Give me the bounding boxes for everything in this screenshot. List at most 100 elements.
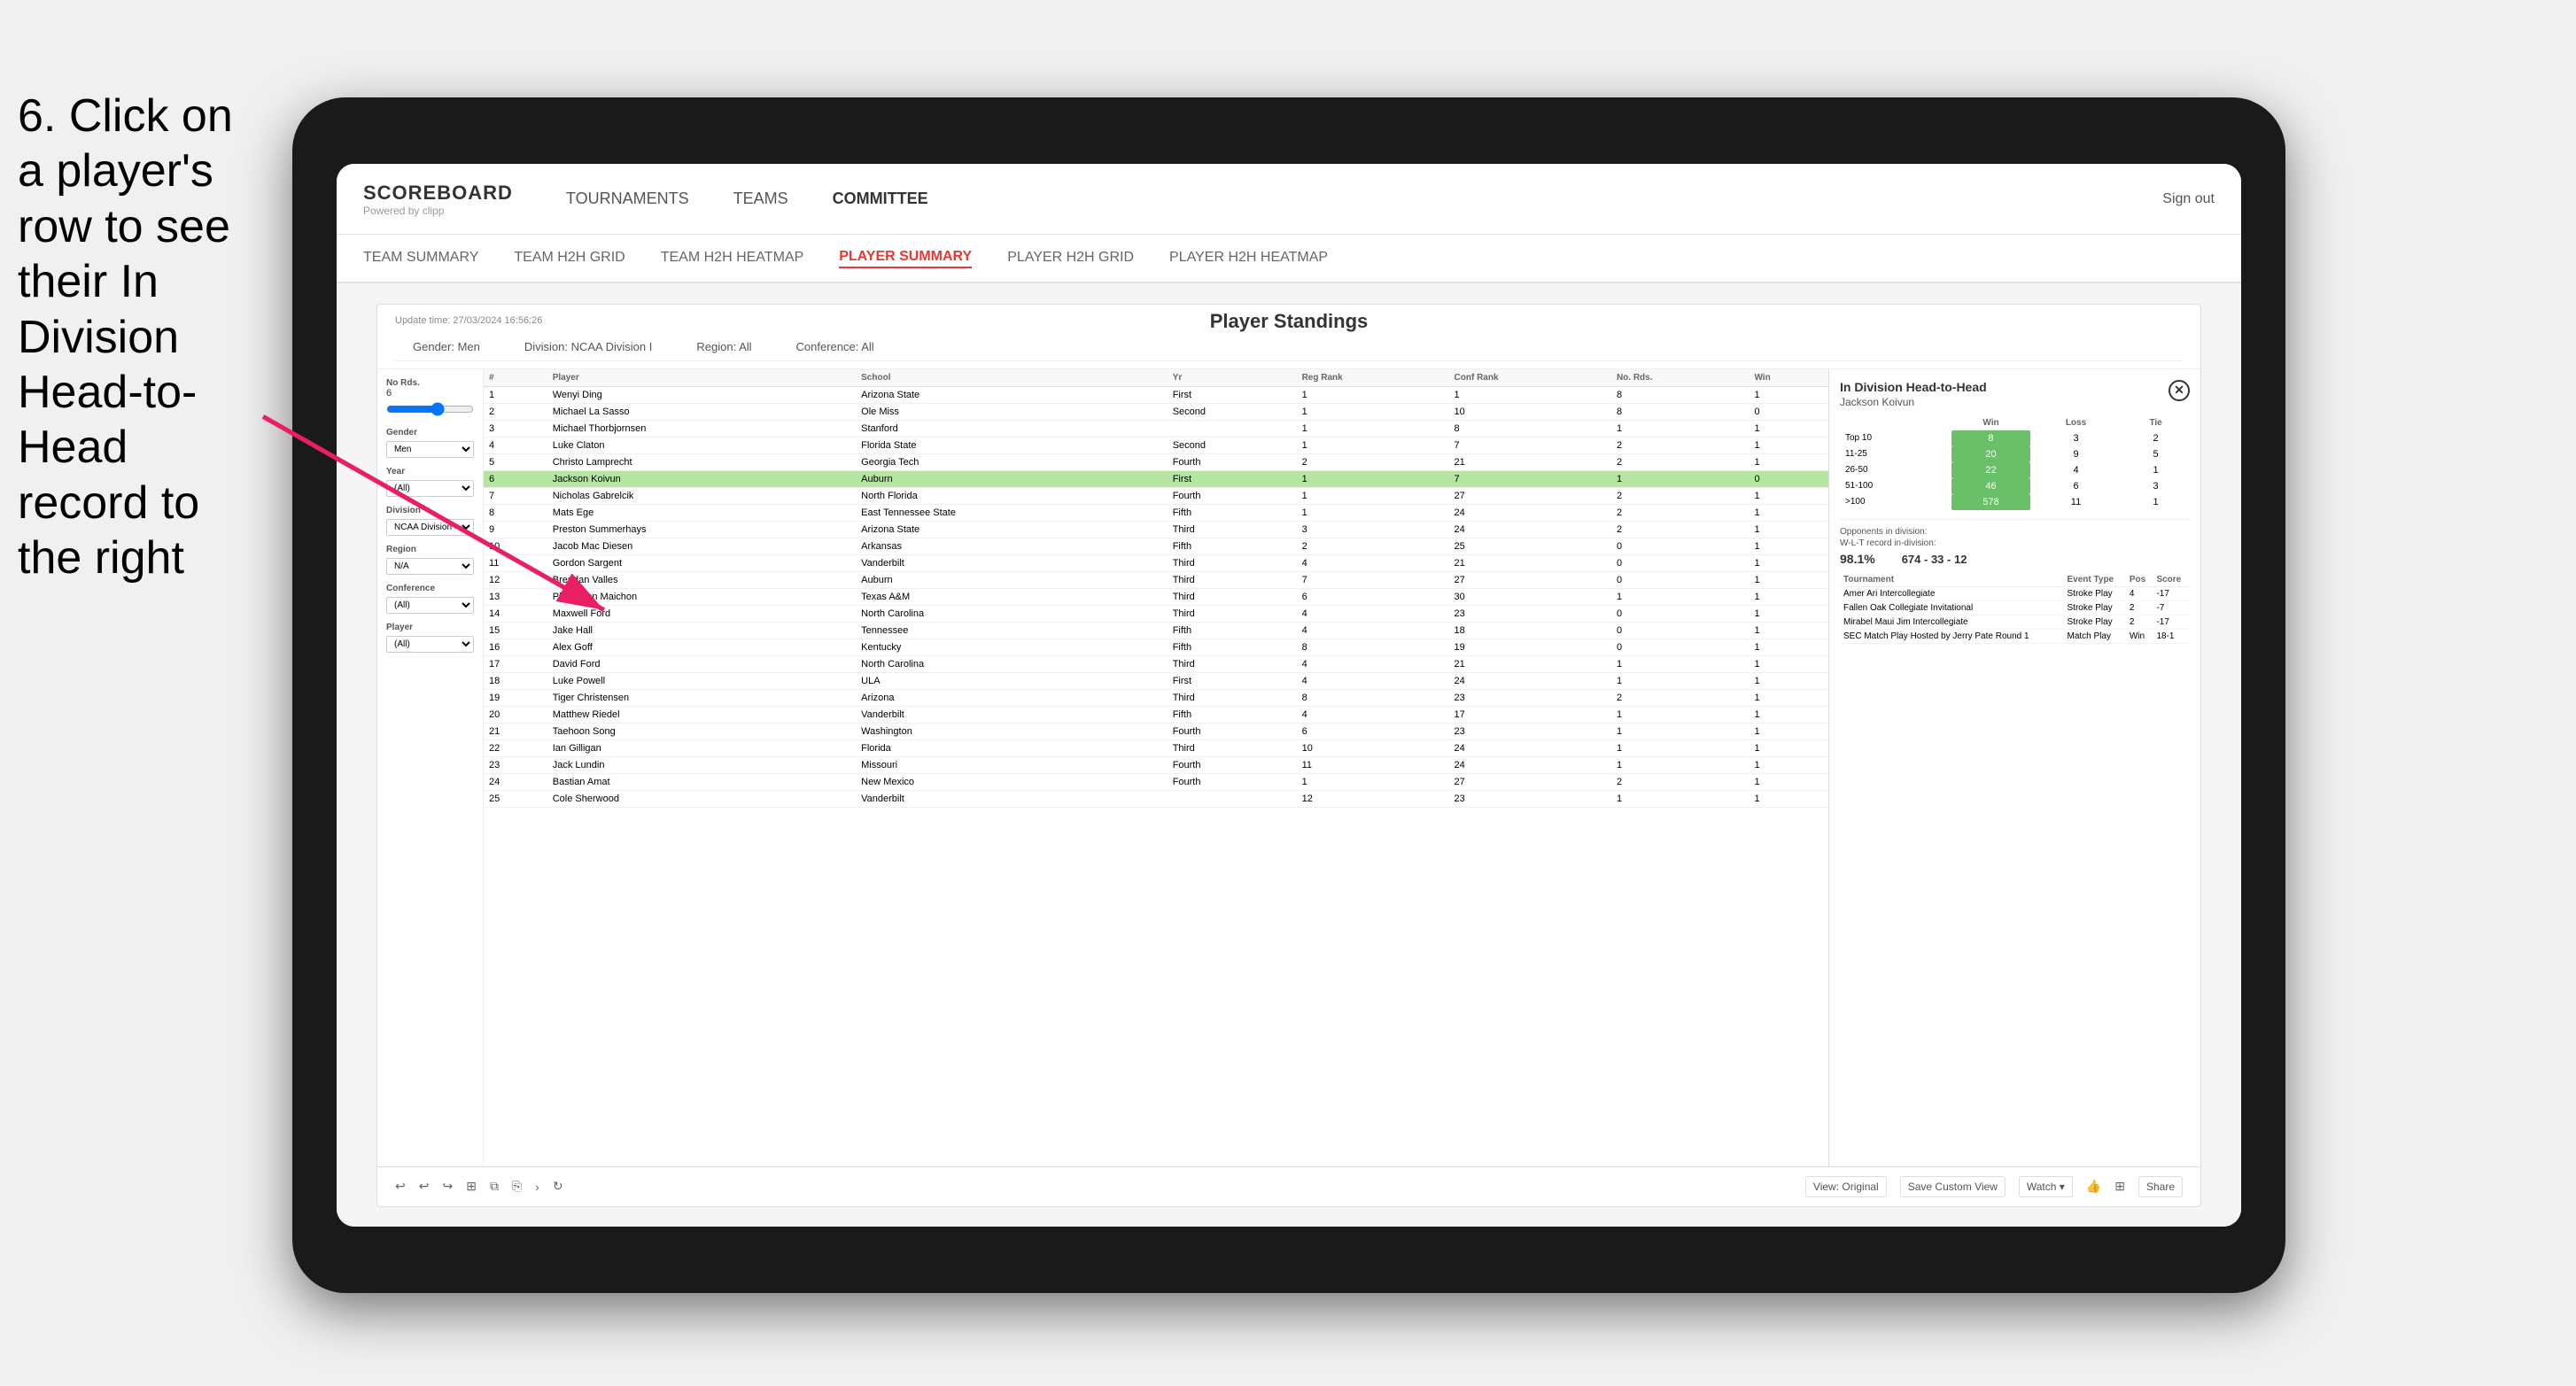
forward-icon[interactable]: › (535, 1180, 539, 1194)
gender-filter: Gender: Men (413, 340, 480, 353)
tab-player-h2h-grid[interactable]: PLAYER H2H GRID (1007, 250, 1134, 267)
nav-committee[interactable]: COMMITTEE (833, 185, 928, 213)
cell-yr: Fourth (1168, 487, 1297, 504)
cell-yr: Third (1168, 655, 1297, 672)
cell-yr: Fourth (1168, 723, 1297, 739)
cell-yr: Third (1168, 521, 1297, 538)
h2h-close-button[interactable]: ✕ (2169, 380, 2190, 401)
cell-reg: 1 (1297, 403, 1449, 420)
paste-icon[interactable]: ⎘ (512, 1179, 522, 1194)
table-row[interactable]: 10 Jacob Mac Diesen Arkansas Fifth 2 25 … (484, 538, 1828, 554)
table-row[interactable]: 9 Preston Summerhays Arizona State Third… (484, 521, 1828, 538)
cell-rds: 1 (1611, 420, 1750, 437)
h2h-cell-win: 20 (1951, 446, 2030, 462)
table-row[interactable]: 11 Gordon Sargent Vanderbilt Third 4 21 … (484, 554, 1828, 571)
player-select[interactable]: (All) (386, 636, 474, 653)
table-row[interactable]: 6 Jackson Koivun Auburn First 1 7 1 0 (484, 470, 1828, 487)
undo2-icon[interactable]: ↩ (419, 1179, 430, 1194)
table-row[interactable]: 2 Michael La Sasso Ole Miss Second 1 10 … (484, 403, 1828, 420)
cell-yr: Fifth (1168, 622, 1297, 639)
cell-rds: 0 (1611, 639, 1750, 655)
table-row[interactable]: 23 Jack Lundin Missouri Fourth 11 24 1 1 (484, 756, 1828, 773)
table-row[interactable]: 15 Jake Hall Tennessee Fifth 4 18 0 1 (484, 622, 1828, 639)
cell-conf: 10 (1449, 403, 1611, 420)
tournament-col-name: Tournament (1840, 573, 2064, 587)
cell-rds: 1 (1611, 790, 1750, 807)
cell-yr: Third (1168, 588, 1297, 605)
table-row[interactable]: 18 Luke Powell ULA First 4 24 1 1 (484, 672, 1828, 689)
conference-select[interactable]: (All) (386, 597, 474, 614)
cell-rds: 2 (1611, 773, 1750, 790)
refresh-icon[interactable]: ↻ (553, 1179, 563, 1194)
no-rds-slider[interactable] (386, 402, 474, 416)
undo-icon[interactable]: ↩ (395, 1179, 406, 1194)
save-custom-button[interactable]: Save Custom View (1900, 1176, 2006, 1197)
cell-yr: Third (1168, 739, 1297, 756)
table-row[interactable]: 5 Christo Lamprecht Georgia Tech Fourth … (484, 453, 1828, 470)
division-label: Division (386, 506, 474, 515)
copy-icon[interactable]: ⧉ (490, 1179, 499, 1194)
table-row[interactable]: 21 Taehoon Song Washington Fourth 6 23 1… (484, 723, 1828, 739)
table-row[interactable]: 1 Wenyi Ding Arizona State First 1 1 8 1 (484, 386, 1828, 403)
cell-win: 1 (1749, 571, 1828, 588)
tab-team-h2h-heatmap[interactable]: TEAM H2H HEATMAP (661, 250, 804, 267)
view-original-button[interactable]: View: Original (1805, 1176, 1887, 1197)
cell-school: Vanderbilt (856, 790, 1168, 807)
nav-teams[interactable]: TEAMS (733, 185, 788, 213)
table-row[interactable]: 19 Tiger Christensen Arizona Third 8 23 … (484, 689, 1828, 706)
watch-button[interactable]: Watch ▾ (2019, 1176, 2073, 1197)
cell-yr: Third (1168, 689, 1297, 706)
table-row[interactable]: 17 David Ford North Carolina Third 4 21 … (484, 655, 1828, 672)
h2h-row: Top 10 8 3 2 (1840, 430, 2190, 446)
cell-num: 7 (484, 487, 547, 504)
table-row[interactable]: 16 Alex Goff Kentucky Fifth 8 19 0 1 (484, 639, 1828, 655)
h2h-row: >100 578 11 1 (1840, 494, 2190, 510)
logo-subtitle: Powered by clipp (363, 205, 513, 217)
cell-win: 1 (1749, 622, 1828, 639)
table-row[interactable]: 8 Mats Ege East Tennessee State Fifth 1 … (484, 504, 1828, 521)
table-row[interactable]: 20 Matthew Riedel Vanderbilt Fifth 4 17 … (484, 706, 1828, 723)
cell-conf: 24 (1449, 672, 1611, 689)
division-select[interactable]: NCAA Division I (386, 519, 474, 536)
sign-out-button[interactable]: Sign out (2162, 191, 2215, 207)
table-row[interactable]: 4 Luke Claton Florida State Second 1 7 2… (484, 437, 1828, 453)
year-select[interactable]: (All) (386, 480, 474, 497)
cell-yr: Second (1168, 437, 1297, 453)
table-row[interactable]: 22 Ian Gilligan Florida Third 10 24 1 1 (484, 739, 1828, 756)
region-select[interactable]: N/A (386, 558, 474, 575)
table-row[interactable]: 12 Brendan Valles Auburn Third 7 27 0 1 (484, 571, 1828, 588)
cell-win: 1 (1749, 639, 1828, 655)
cell-reg: 7 (1297, 571, 1449, 588)
crop-icon[interactable]: ⊞ (466, 1179, 477, 1194)
cell-win: 1 (1749, 487, 1828, 504)
table-row[interactable]: 24 Bastian Amat New Mexico Fourth 1 27 2… (484, 773, 1828, 790)
cell-school: New Mexico (856, 773, 1168, 790)
col-no-rds: No. Rds. (1611, 369, 1750, 387)
tab-player-summary[interactable]: PLAYER SUMMARY (839, 249, 972, 268)
cell-win: 1 (1749, 773, 1828, 790)
cell-num: 10 (484, 538, 547, 554)
tab-team-h2h-grid[interactable]: TEAM H2H GRID (514, 250, 625, 267)
table-row[interactable]: 14 Maxwell Ford North Carolina Third 4 2… (484, 605, 1828, 622)
grid-icon[interactable]: ⊞ (2114, 1179, 2125, 1194)
table-row[interactable]: 25 Cole Sherwood Vanderbilt 12 23 1 1 (484, 790, 1828, 807)
cell-conf: 19 (1449, 639, 1611, 655)
nav-tournaments[interactable]: TOURNAMENTS (566, 185, 689, 213)
col-player: Player (547, 369, 856, 387)
share-button[interactable]: Share (2138, 1176, 2183, 1197)
cell-win: 0 (1749, 403, 1828, 420)
gender-select[interactable]: Men (386, 441, 474, 458)
thumbup-icon[interactable]: 👍 (2086, 1179, 2101, 1194)
cell-conf: 30 (1449, 588, 1611, 605)
tab-player-h2h-heatmap[interactable]: PLAYER H2H HEATMAP (1169, 250, 1328, 267)
table-row[interactable]: 7 Nicholas Gabrelcik North Florida Fourt… (484, 487, 1828, 504)
tab-team-summary[interactable]: TEAM SUMMARY (363, 250, 478, 267)
standings-table-area: # Player School Yr Reg Rank Conf Rank No… (484, 369, 1828, 1166)
redo-icon[interactable]: ↪ (442, 1179, 453, 1194)
conference-filter: Conference: All (796, 340, 874, 353)
cell-player: Luke Powell (547, 672, 856, 689)
table-row[interactable]: 3 Michael Thorbjornsen Stanford 1 8 1 1 (484, 420, 1828, 437)
tournament-row: Amer Ari Intercollegiate Stroke Play 4 -… (1840, 586, 2190, 600)
cell-school: North Carolina (856, 605, 1168, 622)
table-row[interactable]: 13 Phichaksn Maichon Texas A&M Third 6 3… (484, 588, 1828, 605)
